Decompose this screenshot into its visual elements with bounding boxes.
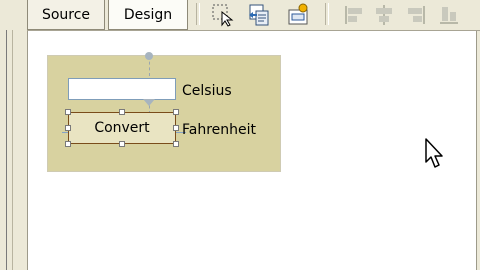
panel-divider <box>12 30 13 270</box>
resize-handle[interactable] <box>173 141 179 147</box>
resize-handle[interactable] <box>119 109 125 115</box>
tab-source[interactable]: Source <box>27 0 105 30</box>
align-bottom-icon[interactable] <box>437 3 461 27</box>
label-fahrenheit: Fahrenheit <box>182 122 257 138</box>
resize-handle[interactable] <box>65 141 71 147</box>
left-panel-strip <box>0 0 27 270</box>
design-surface[interactable]: Celsius Convert Fahrenheit <box>27 31 478 270</box>
toolbar-separator <box>196 3 200 25</box>
align-center-icon[interactable] <box>372 3 396 27</box>
resize-handle[interactable] <box>119 141 125 147</box>
snap-arrow-icon <box>143 99 155 106</box>
label-celsius: Celsius <box>182 83 232 99</box>
convert-button[interactable]: Convert <box>68 112 176 144</box>
snap-anchor <box>145 52 153 60</box>
snap-guide <box>62 132 68 133</box>
resize-handle[interactable] <box>65 109 71 115</box>
align-left-icon[interactable] <box>342 3 366 27</box>
align-right-icon[interactable] <box>404 3 428 27</box>
select-pointer-icon[interactable] <box>211 3 235 27</box>
open-icon[interactable] <box>286 3 310 27</box>
mouse-pointer-icon <box>425 138 443 168</box>
resize-handle[interactable] <box>173 109 179 115</box>
celsius-textbox[interactable] <box>68 78 176 100</box>
tab-design[interactable]: Design <box>108 0 188 30</box>
resize-handle[interactable] <box>65 125 71 131</box>
designer-toolbar: Source Design <box>27 0 480 31</box>
copy-format-icon[interactable] <box>247 3 271 27</box>
window-edge <box>476 31 480 270</box>
form-panel[interactable]: Celsius Convert Fahrenheit <box>47 52 281 172</box>
toolbar-separator <box>325 3 329 25</box>
resize-handle[interactable] <box>173 125 179 131</box>
panel-divider <box>6 30 7 270</box>
